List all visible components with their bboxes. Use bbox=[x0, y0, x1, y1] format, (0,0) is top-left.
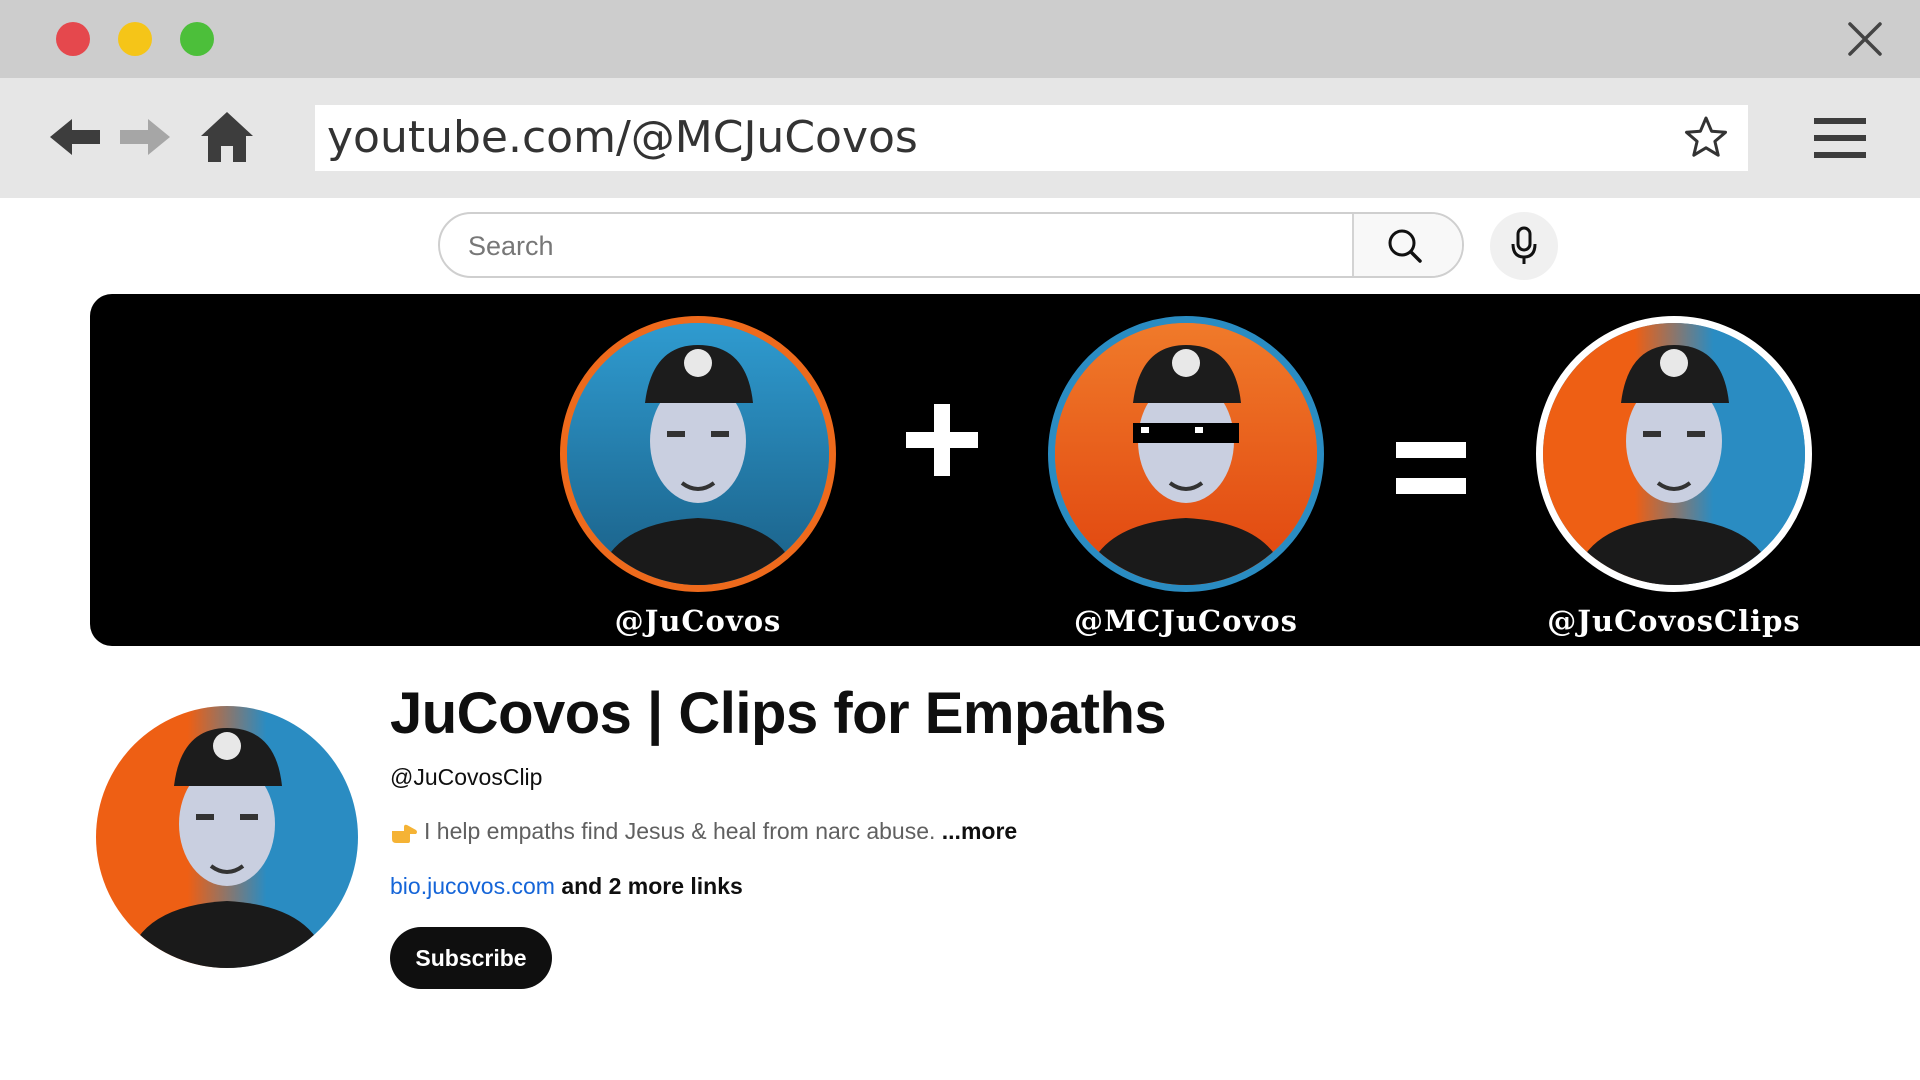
channel-banner: @JuCovos @MCJuCovos @JuCovosClips bbox=[90, 294, 1920, 646]
more-links-text[interactable]: and 2 more links bbox=[561, 873, 743, 899]
person-sunglasses-portrait-icon bbox=[1055, 323, 1317, 585]
close-icon[interactable] bbox=[1846, 20, 1884, 58]
window-close-dot[interactable] bbox=[56, 22, 90, 56]
subscribe-button[interactable]: Subscribe bbox=[390, 927, 552, 989]
bio-link[interactable]: bio.jucovos.com bbox=[390, 873, 555, 899]
search-button[interactable] bbox=[1352, 214, 1462, 276]
address-bar[interactable]: youtube.com/@MCJuCovos bbox=[315, 105, 1748, 171]
banner-label-jucovosclips: @JuCovosClips bbox=[1547, 604, 1801, 638]
banner-avatar-jucovos bbox=[560, 316, 836, 592]
banner-label-jucovos: @JuCovos bbox=[614, 604, 782, 638]
banner-avatar-mcjucovos bbox=[1048, 316, 1324, 592]
microphone-icon bbox=[1511, 226, 1537, 264]
url-text: youtube.com/@MCJuCovos bbox=[327, 112, 918, 163]
window-maximize-dot[interactable] bbox=[180, 22, 214, 56]
window-titlebar bbox=[0, 0, 1920, 78]
channel-links: bio.jucovos.com and 2 more links bbox=[390, 873, 743, 900]
channel-description[interactable]: I help empaths find Jesus & heal from na… bbox=[390, 818, 1017, 845]
channel-title: JuCovos | Clips for Empaths bbox=[390, 681, 1167, 746]
person-portrait-icon bbox=[1543, 323, 1805, 585]
channel-handle: @JuCovosClip bbox=[390, 764, 543, 790]
person-portrait-icon bbox=[96, 706, 358, 968]
description-text: I help empaths find Jesus & heal from na… bbox=[424, 818, 936, 844]
plus-icon bbox=[906, 404, 978, 476]
youtube-search-box bbox=[438, 212, 1464, 278]
more-link[interactable]: ...more bbox=[942, 818, 1017, 844]
equals-icon bbox=[1396, 442, 1466, 494]
back-arrow-icon[interactable] bbox=[46, 108, 104, 166]
home-icon[interactable] bbox=[198, 108, 256, 166]
browser-toolbar: youtube.com/@MCJuCovos bbox=[0, 78, 1920, 198]
bookmark-star-icon[interactable] bbox=[1682, 114, 1730, 162]
window-minimize-dot[interactable] bbox=[118, 22, 152, 56]
search-icon bbox=[1388, 229, 1422, 263]
banner-label-mcjucovos: @MCJuCovos bbox=[1074, 604, 1298, 638]
hamburger-menu-icon[interactable] bbox=[1814, 116, 1866, 160]
voice-search-button[interactable] bbox=[1490, 212, 1558, 280]
person-portrait-icon bbox=[567, 323, 829, 585]
banner-avatar-jucovosclips bbox=[1536, 316, 1812, 592]
channel-avatar[interactable] bbox=[96, 706, 358, 968]
search-input[interactable] bbox=[466, 214, 1462, 276]
pointing-hand-icon bbox=[392, 824, 417, 843]
forward-arrow-icon[interactable] bbox=[116, 108, 174, 166]
